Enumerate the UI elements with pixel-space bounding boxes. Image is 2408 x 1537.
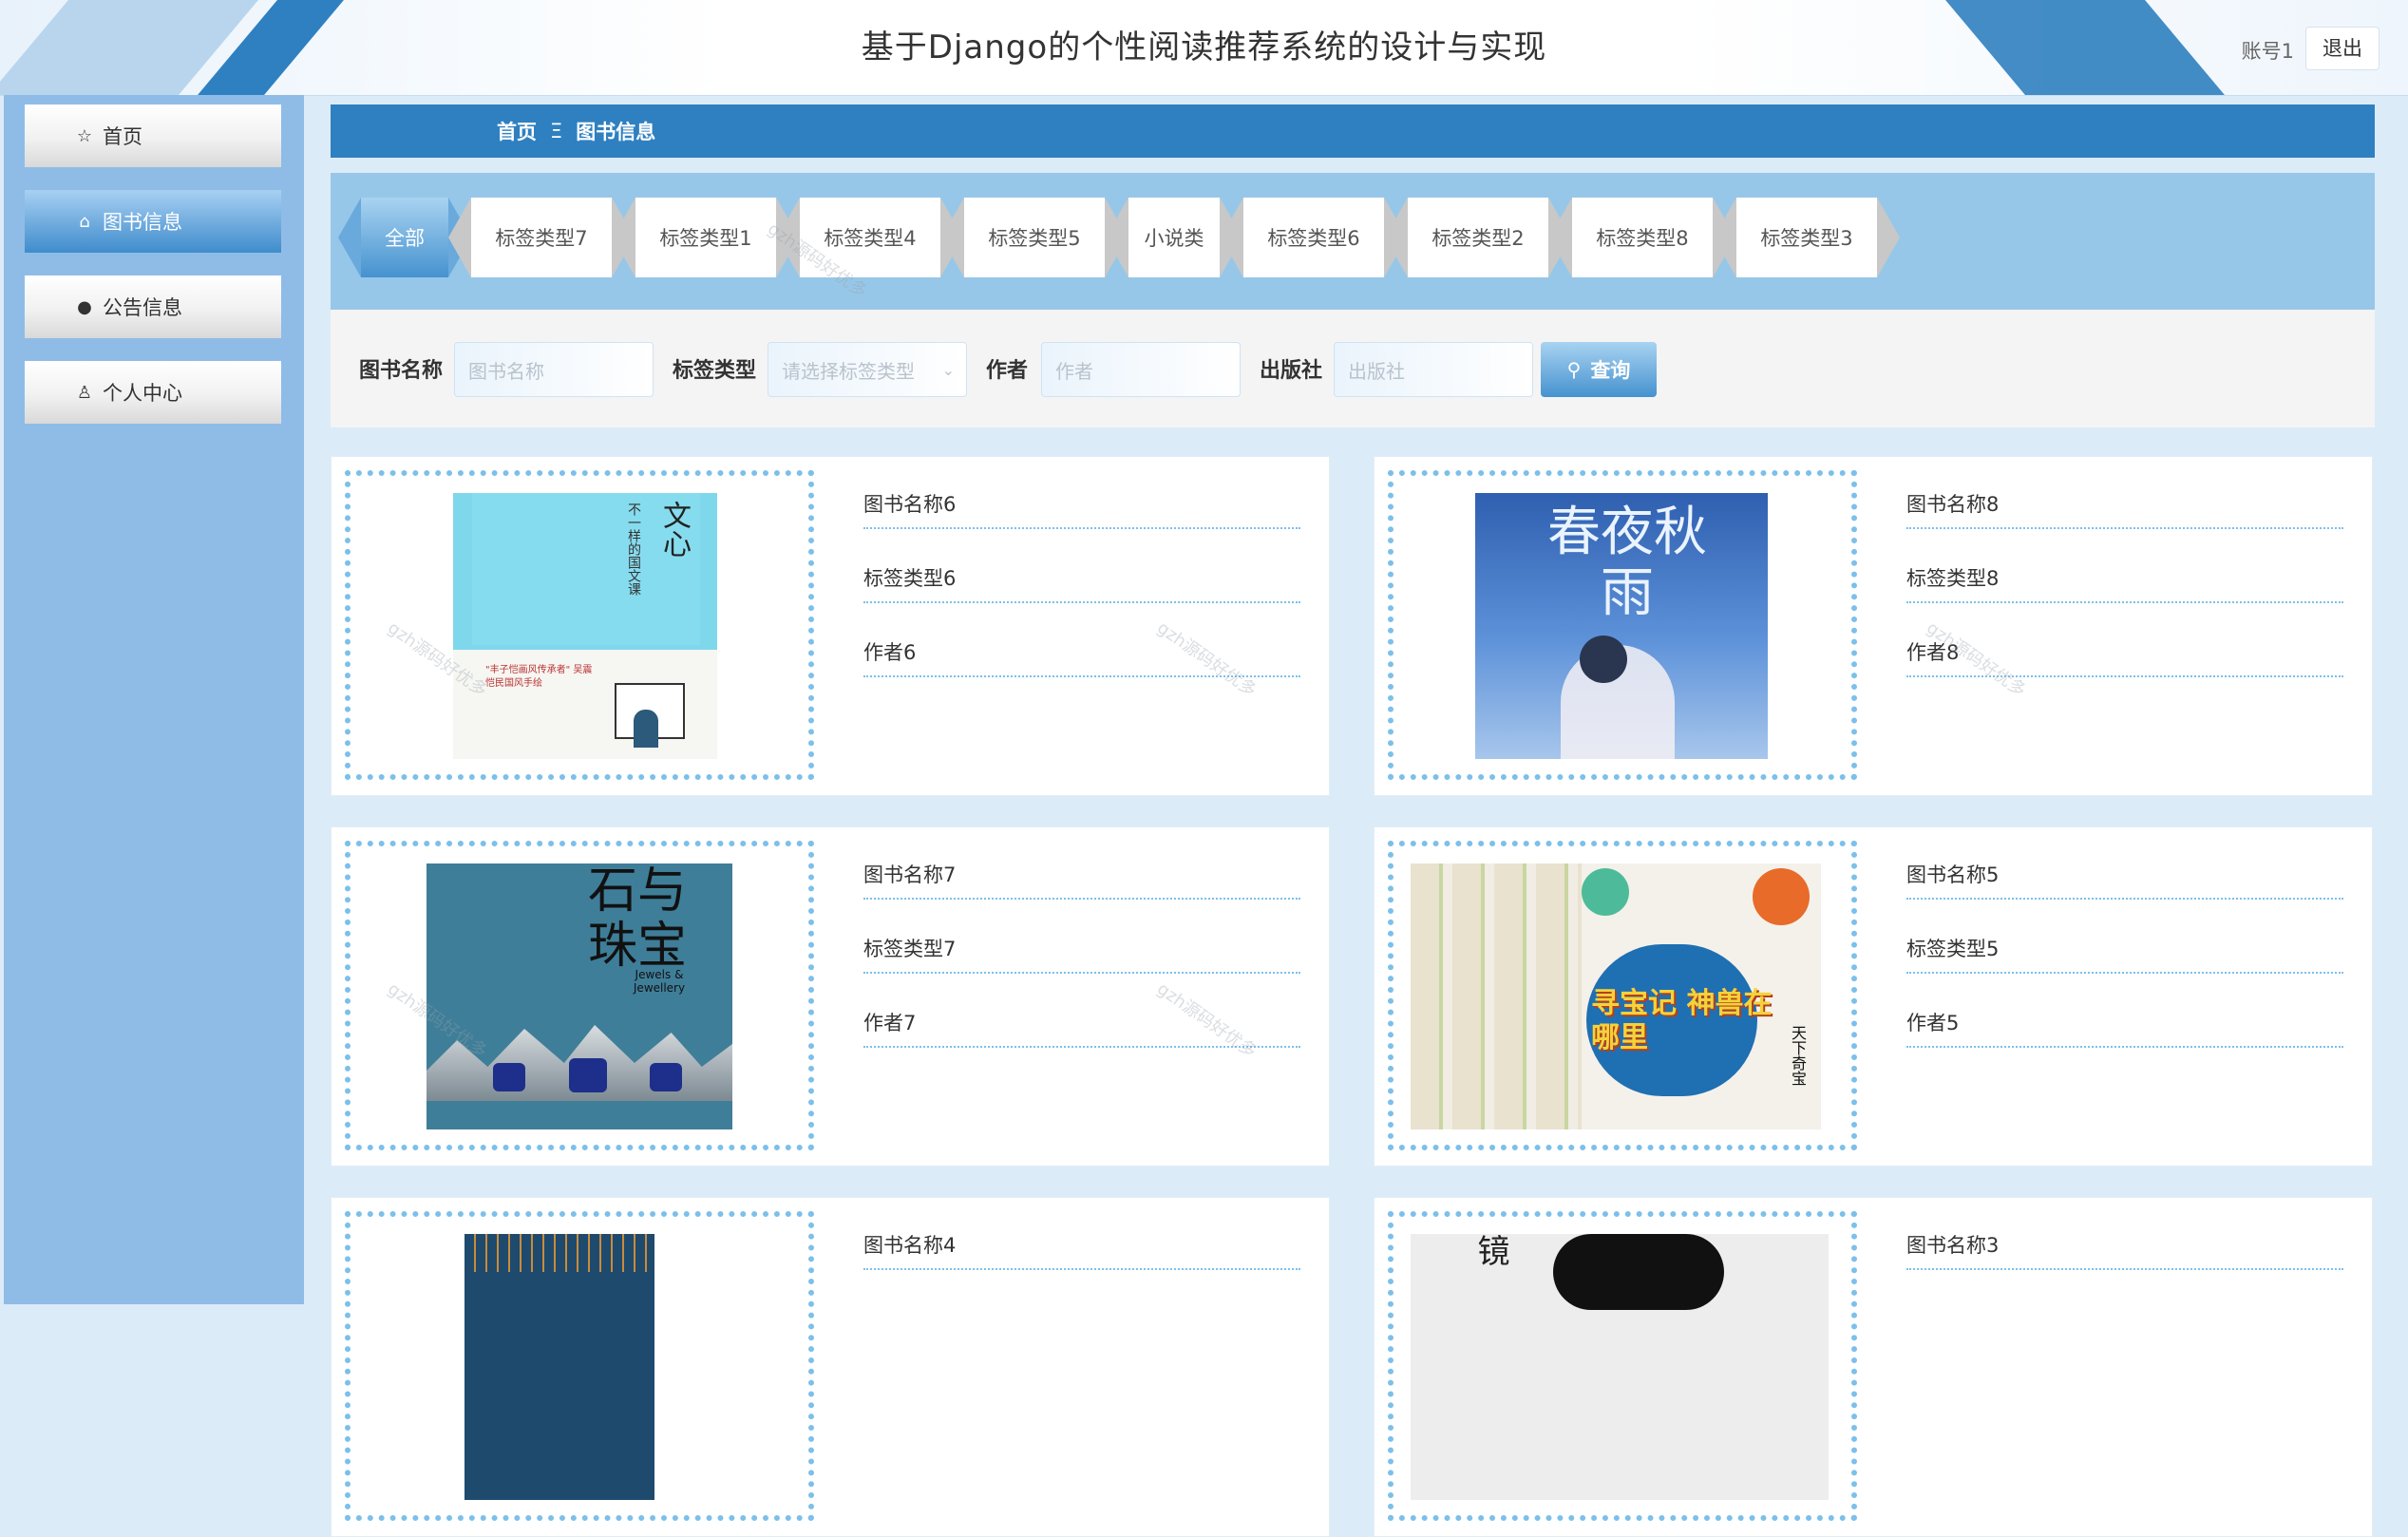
author-input[interactable]: 作者 <box>1041 342 1241 397</box>
book-name-input[interactable]: 图书名称 <box>454 342 654 397</box>
book-card[interactable]: 石与珠宝 Jewels & Jewellery 图书名称7 标签类型7 作者7 <box>331 826 1330 1167</box>
book-cover[interactable]: 文心 不一样的国文课 "丰子恺画风传承者" 吴震恺民国风手绘 <box>453 493 717 759</box>
tag-type-placeholder: 请选择标签类型 <box>782 359 915 383</box>
user-icon: ♙ <box>76 382 93 403</box>
book-name-label: 图书名称 <box>359 359 444 383</box>
cover-title: 春夜秋雨 <box>1547 502 1707 624</box>
cover-subtitle: Jewels & Jewellery <box>633 968 686 995</box>
book-cover[interactable]: 镜 <box>1411 1234 1829 1500</box>
page-title: 基于Django的个性阅读推荐系统的设计与实现 <box>861 28 1547 66</box>
sidebar-item-label: 公告信息 <box>103 296 182 319</box>
tab-all[interactable]: 全部 <box>361 198 448 277</box>
category-tabs: 全部 标签类型7 标签类型1 标签类型4 标签类型5 小说类 标签类型6 标签类… <box>331 173 2375 310</box>
cover-title: 镜 <box>1471 1234 1509 1266</box>
alert-icon: ● <box>77 296 92 317</box>
book-name: 图书名称4 <box>863 1198 1300 1270</box>
book-name: 图书名称7 <box>863 827 1300 900</box>
book-cover[interactable]: 石与珠宝 Jewels & Jewellery <box>427 863 732 1129</box>
publisher-label: 出版社 <box>1260 359 1323 383</box>
search-button-label: 查询 <box>1590 359 1631 382</box>
cover-tagline: "丰子恺画风传承者" 吴震恺民国风手绘 <box>485 665 593 689</box>
book-card[interactable]: 文心 不一样的国文课 "丰子恺画风传承者" 吴震恺民国风手绘 图书名称6 标签类… <box>331 456 1330 796</box>
bag-icon: ⌂ <box>79 211 90 232</box>
sidebar: ☆ 首页 ⌂ 图书信息 ● 公告信息 ♙ 个人中心 <box>4 95 304 1304</box>
tab-category[interactable]: 标签类型5 <box>964 198 1105 277</box>
book-cover[interactable]: 寻宝记 神兽在哪里 天下奇宝 <box>1411 863 1821 1129</box>
book-author: 作者5 <box>1906 976 2343 1048</box>
publisher-placeholder: 出版社 <box>1348 359 1405 383</box>
tab-category[interactable]: 标签类型6 <box>1243 198 1384 277</box>
book-tag: 标签类型7 <box>863 901 1300 974</box>
book-author: 作者6 <box>863 605 1300 677</box>
book-name: 图书名称3 <box>1906 1198 2343 1270</box>
tag-type-select[interactable]: 请选择标签类型 ⌄ <box>768 342 967 397</box>
book-card[interactable]: 寻宝记 神兽在哪里 天下奇宝 图书名称5 标签类型5 作者5 <box>1374 826 2373 1167</box>
book-tag: 标签类型8 <box>1906 531 2343 603</box>
breadcrumb-home[interactable]: 首页 <box>497 117 537 145</box>
breadcrumb: 首页 Ξ 图书信息 <box>331 104 2375 158</box>
sidebar-item-notices[interactable]: ● 公告信息 <box>25 275 281 338</box>
book-author: 作者8 <box>1906 605 2343 677</box>
chevron-down-icon: ⌄ <box>941 360 955 379</box>
tab-category[interactable]: 标签类型2 <box>1408 198 1548 277</box>
tab-category[interactable]: 标签类型1 <box>635 198 776 277</box>
breadcrumb-separator-icon: Ξ <box>550 120 563 142</box>
sidebar-item-books[interactable]: ⌂ 图书信息 <box>25 190 281 253</box>
book-name: 图书名称6 <box>863 457 1300 529</box>
breadcrumb-current: 图书信息 <box>576 121 656 143</box>
sidebar-item-profile[interactable]: ♙ 个人中心 <box>25 361 281 424</box>
book-name-placeholder: 图书名称 <box>468 359 544 383</box>
tab-category[interactable]: 标签类型4 <box>800 198 940 277</box>
tab-category[interactable]: 标签类型7 <box>471 198 612 277</box>
book-card[interactable]: 图书名称4 <box>331 1197 1330 1537</box>
cover-subtitle: 天下奇宝 <box>1789 1025 1807 1086</box>
sidebar-item-label: 首页 <box>103 125 142 148</box>
tab-category[interactable]: 标签类型8 <box>1572 198 1713 277</box>
tab-category[interactable]: 小说类 <box>1128 198 1220 277</box>
star-icon: ☆ <box>76 125 93 146</box>
search-icon: ⚲ <box>1566 358 1582 381</box>
header: 基于Django的个性阅读推荐系统的设计与实现 账号1 退出 <box>0 0 2408 96</box>
book-tag: 标签类型5 <box>1906 901 2343 974</box>
book-tag: 标签类型6 <box>863 531 1300 603</box>
cover-title: 文心 <box>657 501 691 558</box>
cover-title: 石与珠宝 <box>588 863 688 975</box>
book-card[interactable]: 春夜秋雨 图书名称8 标签类型8 作者8 <box>1374 456 2373 796</box>
book-name: 图书名称5 <box>1906 827 2343 900</box>
cover-subtitle: 不一样的国文课 <box>626 503 641 596</box>
account-name[interactable]: 账号1 <box>2242 36 2294 65</box>
tab-category[interactable]: 标签类型3 <box>1736 198 1877 277</box>
author-placeholder: 作者 <box>1055 359 1093 383</box>
book-name: 图书名称8 <box>1906 457 2343 529</box>
sidebar-item-home[interactable]: ☆ 首页 <box>25 104 281 167</box>
sidebar-item-label: 个人中心 <box>103 382 182 405</box>
publisher-input[interactable]: 出版社 <box>1334 342 1533 397</box>
book-cover[interactable] <box>465 1234 654 1500</box>
book-cover[interactable]: 春夜秋雨 <box>1475 493 1768 759</box>
book-author: 作者7 <box>863 976 1300 1048</box>
search-button[interactable]: ⚲ 查询 <box>1541 342 1657 397</box>
sidebar-item-label: 图书信息 <box>103 211 182 234</box>
search-bar: 图书名称 图书名称 标签类型 请选择标签类型 ⌄ 作者 作者 出版社 出版社 ⚲… <box>331 310 2375 427</box>
logout-button[interactable]: 退出 <box>2305 27 2380 70</box>
author-label: 作者 <box>986 359 1029 383</box>
cover-title: 寻宝记 神兽在哪里 <box>1591 987 1773 1054</box>
tag-type-label: 标签类型 <box>673 359 757 383</box>
book-card[interactable]: 镜 图书名称3 <box>1374 1197 2373 1537</box>
